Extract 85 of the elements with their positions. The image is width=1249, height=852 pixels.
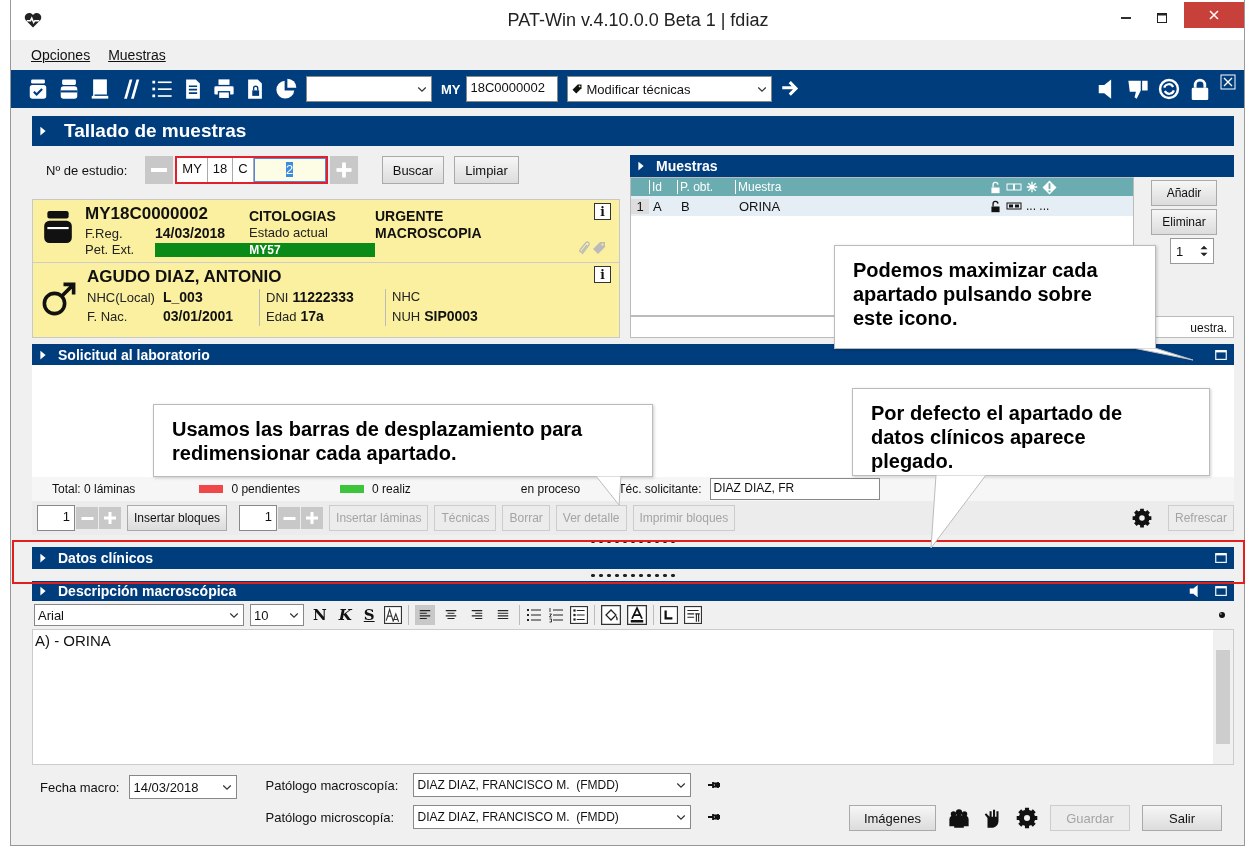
table-row[interactable]: 1 A B ORINA ... ... — [631, 196, 1133, 216]
field-value: 17a — [300, 308, 324, 324]
field-label: Téc. solicitante: — [618, 482, 702, 496]
font-combo[interactable]: Arial — [34, 604, 244, 626]
count-field[interactable]: 1 — [37, 505, 75, 531]
field-label: DNI — [266, 290, 289, 305]
section-header[interactable]: Solicitud al laboratorio — [32, 344, 1234, 365]
action-button: Borrar — [502, 505, 550, 531]
field-value: MACROSCOPIA — [375, 225, 482, 241]
action-button[interactable]: Añadir — [1151, 180, 1217, 206]
section-header[interactable]: Datos clínicos — [32, 547, 1234, 569]
action-button[interactable]: Imágenes — [848, 805, 936, 831]
field-label: NUH — [392, 309, 421, 324]
field-value: 03/01/2001 — [163, 308, 234, 324]
field-value: 14/03/2018 — [155, 225, 226, 241]
field-value: 11222333 — [292, 289, 354, 305]
date-field[interactable]: 14/03/2018 — [129, 775, 238, 799]
action-button: Insertar láminas — [329, 505, 429, 531]
action-button[interactable]: Salir — [1142, 805, 1222, 831]
action-button[interactable]: Buscar — [381, 156, 445, 184]
study-part-field[interactable]: MY — [177, 158, 208, 182]
study-code-field[interactable]: 18C0000002 — [465, 76, 558, 102]
field-label: F. Nac. — [87, 309, 129, 324]
callout-text: Por defecto el apartado de datos clínicos aparece plegado. — [871, 401, 1124, 473]
section-title: Solicitud al laboratorio — [58, 346, 210, 363]
section-header[interactable]: Descripción macroscópica — [32, 581, 1234, 601]
field-label: Edad — [266, 309, 297, 324]
action-button[interactable]: Eliminar — [1151, 209, 1217, 235]
section-header[interactable]: Tallado de muestras — [32, 116, 1234, 146]
refresh-button: Refrescar — [1168, 505, 1234, 531]
spin-field[interactable]: 1 — [1170, 238, 1214, 264]
field-label: NHC — [392, 289, 421, 304]
field-label: Patólogo microscopía: — [265, 809, 396, 825]
italic-button[interactable]: K — [335, 606, 355, 624]
underline-button[interactable]: S — [360, 606, 378, 624]
count-field[interactable]: 1 — [239, 505, 278, 531]
table-cell-text: ORINA — [738, 198, 782, 214]
action-button: Técnicas — [434, 505, 497, 531]
window-title: PAT-Win v.4.10.0.0 Beta 1 | fdiaz — [506, 10, 770, 31]
callout-text: Usamos las barras de desplazamiento para redimensionar cada apartado. — [172, 417, 584, 465]
legend-label: en proceso — [520, 482, 581, 496]
prefix-label: MY — [441, 81, 461, 97]
table-cell-text: B — [680, 198, 691, 214]
action-button[interactable]: Limpiar — [454, 156, 519, 184]
field-label: F.Reg. — [85, 225, 124, 241]
pathologist-combo[interactable]: DIAZ DIAZ, FRANCISCO M. (FMDD) — [413, 773, 692, 797]
legend-label: 0 realiz — [372, 482, 411, 496]
technician-field[interactable]: DIAZ DIAZ, FR — [709, 478, 880, 500]
action-combo[interactable]: Modificar técnicas — [566, 76, 772, 102]
action-button: Imprimir bloques — [632, 505, 736, 531]
study-part-field[interactable]: 18 — [207, 158, 234, 182]
field-label: Fecha macro: — [40, 779, 120, 795]
total-label: Total: 0 láminas — [52, 482, 136, 496]
study-part-field[interactable]: C — [233, 158, 254, 182]
section-title: Descripción macroscópica — [58, 583, 237, 599]
info-button[interactable]: i — [594, 266, 611, 283]
patient-name: AGUDO DIAZ, ANTONIO — [87, 267, 283, 287]
case-type: CITOLOGIAS — [249, 208, 337, 224]
action-button[interactable]: Insertar bloques — [127, 505, 228, 531]
menu-item[interactable]: Opciones — [31, 47, 91, 63]
section-title: Muestras — [656, 158, 718, 174]
status-bar: MY57 — [155, 242, 375, 257]
legend-label: 0 pendientes — [231, 482, 301, 496]
field-label: Pet. Ext. — [85, 242, 136, 257]
field-label: Patólogo macroscopía: — [265, 777, 400, 793]
section-title: Datos clínicos — [58, 550, 153, 566]
menu-item[interactable]: Muestras — [108, 47, 166, 63]
info-button[interactable]: i — [594, 203, 611, 220]
bold-button[interactable]: N — [310, 606, 330, 624]
case-code: MY18C0000002 — [85, 204, 209, 224]
section-header[interactable]: Muestras — [630, 155, 1234, 177]
table-cell: ... ... — [1026, 199, 1050, 213]
section-title: Tallado de muestras — [64, 120, 247, 142]
table-cell-text: A — [652, 198, 663, 214]
action-button: Guardar — [1050, 805, 1130, 831]
pathologist-combo[interactable]: DIAZ DIAZ, FRANCISCO M. (FMDD) — [413, 805, 692, 829]
field-label: Nº de estudio: — [46, 162, 128, 178]
size-combo[interactable]: 10 — [250, 604, 304, 626]
field-label: Estado actual — [249, 225, 329, 241]
action-button: Ver detalle — [555, 505, 627, 531]
field-value: SIP0003 — [424, 308, 478, 324]
field-label: NHC(Local) — [87, 290, 156, 305]
case-priority: URGENTE — [375, 208, 445, 224]
field-value: L_003 — [163, 289, 203, 305]
row-number: 1 — [631, 198, 649, 214]
